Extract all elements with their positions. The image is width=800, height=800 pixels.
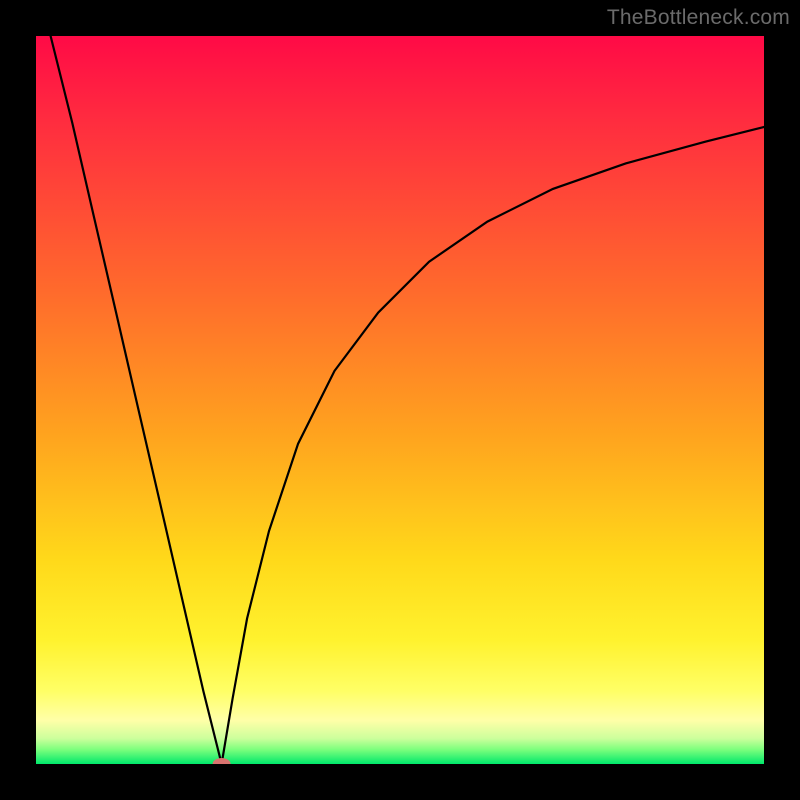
chart-frame: TheBottleneck.com [0,0,800,800]
curve-svg [36,36,764,764]
watermark-text: TheBottleneck.com [607,6,790,30]
curve-right-branch [222,127,764,764]
curve-left-branch [51,36,222,764]
optimal-point-marker [213,758,231,764]
plot-area [36,36,764,764]
